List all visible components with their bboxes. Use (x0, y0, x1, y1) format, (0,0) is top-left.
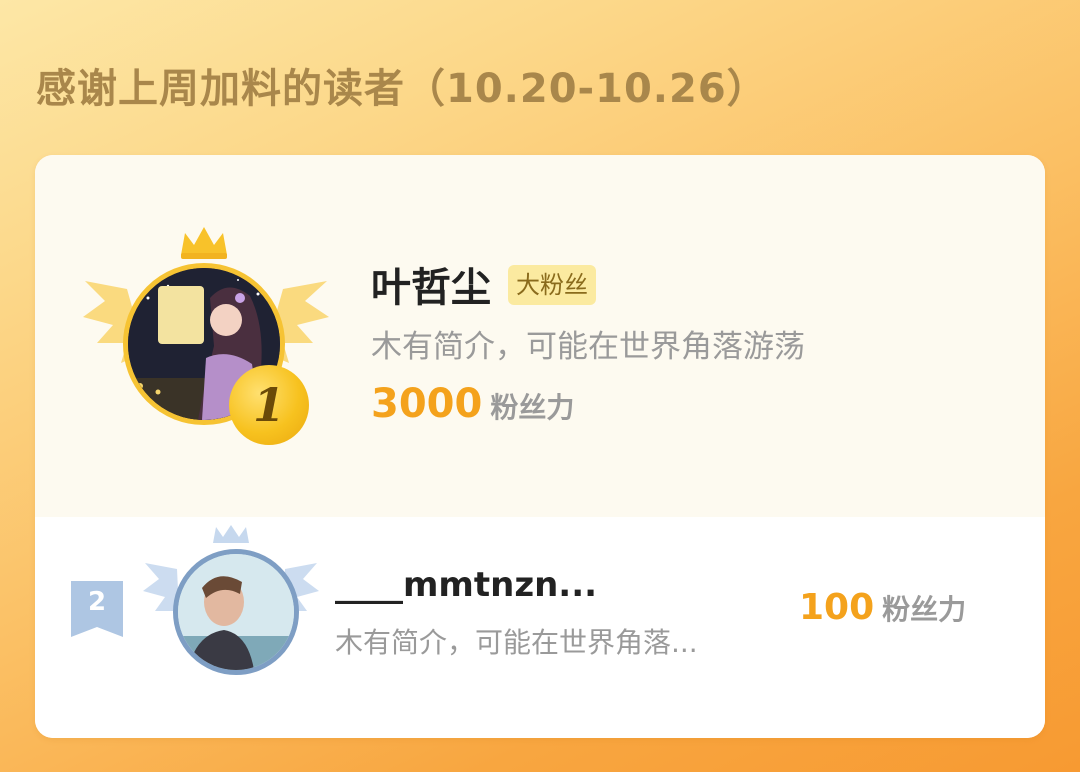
second-place-row[interactable]: 2 ____mmtnzn... 木有简介，可能在世界角落... 100 粉丝力 (35, 517, 1045, 738)
score-unit: 粉丝力 (490, 391, 575, 424)
second-place-avatar-frame[interactable] (143, 525, 319, 695)
page-title: 感谢上周加料的读者（10.20-10.26） (36, 66, 768, 112)
avatar-photo-icon (178, 554, 294, 670)
first-place-avatar-frame[interactable]: 1 (83, 225, 329, 455)
fan-level-badge: 大粉丝 (508, 265, 596, 305)
score-value: 3000 (371, 381, 483, 427)
first-place-name[interactable]: 叶哲尘 (371, 255, 491, 313)
rank-badge: 1 (229, 365, 309, 445)
second-place-name[interactable]: ____mmtnzn... (335, 565, 597, 605)
first-place-bio: 木有简介，可能在世界角落游荡 (371, 329, 805, 365)
rank-ribbon-icon: 2 (71, 581, 123, 637)
second-place-bio: 木有简介，可能在世界角落... (335, 626, 698, 659)
second-place-score: 100 粉丝力 (799, 587, 966, 628)
rank-number: 2 (87, 587, 107, 617)
second-place-avatar[interactable] (173, 549, 299, 675)
first-place-score: 3000 粉丝力 (371, 381, 574, 427)
score-unit: 粉丝力 (882, 593, 967, 626)
score-value: 100 (799, 587, 875, 628)
first-place-row[interactable]: 1 叶哲尘 大粉丝 木有简介，可能在世界角落游荡 3000 粉丝力 (35, 155, 1045, 517)
reader-leaderboard: 1 叶哲尘 大粉丝 木有简介，可能在世界角落游荡 3000 粉丝力 2 ____… (35, 155, 1045, 738)
